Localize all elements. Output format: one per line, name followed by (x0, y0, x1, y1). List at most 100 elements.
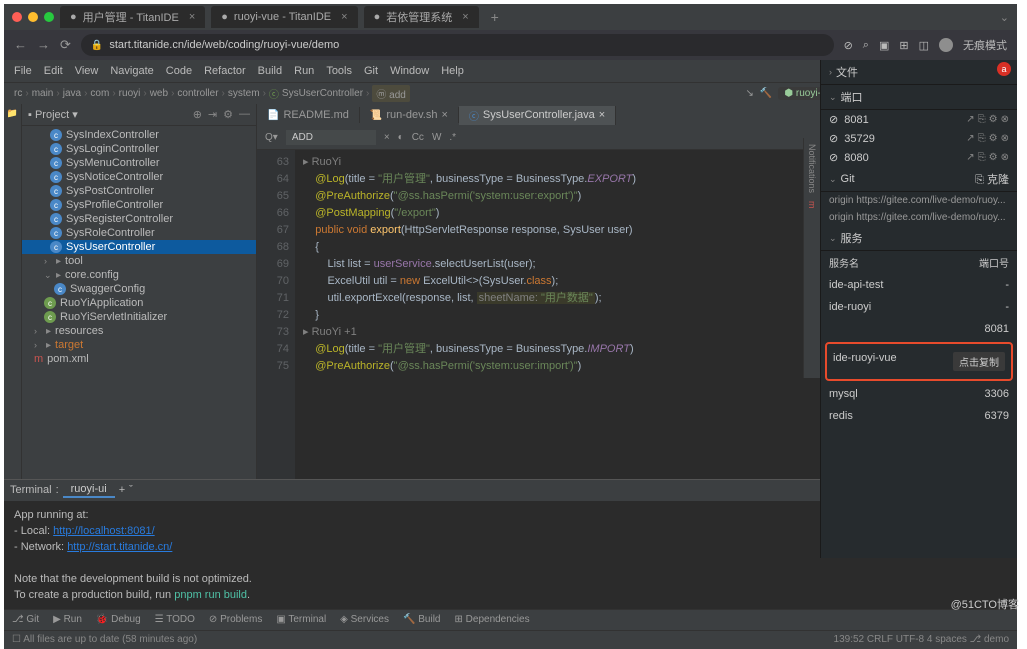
close-icon[interactable]: × (189, 11, 195, 23)
browser-tab[interactable]: ●若依管理系统× (364, 6, 479, 28)
hide-icon[interactable]: — (239, 108, 250, 121)
tree-item[interactable]: cSwaggerConfig (22, 282, 256, 296)
tree-item[interactable]: cSysRegisterController (22, 212, 256, 226)
tree-item[interactable]: ›▸resources (22, 324, 256, 338)
menu-item[interactable]: Help (441, 65, 464, 77)
service-row[interactable]: ide-api-test- (821, 274, 1017, 296)
editor-tab[interactable]: 📄README.md (257, 107, 360, 123)
tree-item[interactable]: ›▸tool (22, 254, 256, 268)
find-input[interactable] (286, 130, 376, 145)
tool-tab[interactable]: ▣ Terminal (276, 614, 326, 625)
menu-item[interactable]: Refactor (204, 65, 246, 77)
avatar[interactable] (939, 38, 953, 52)
browser-tab[interactable]: ●ruoyi-vue - TitanIDE× (211, 6, 357, 28)
tree-item[interactable]: cRuoYiServletInitializer (22, 310, 256, 324)
tree-item[interactable]: mpom.xml (22, 352, 256, 366)
menu-item[interactable]: Tools (326, 65, 352, 77)
browser-titlebar: ●用户管理 - TitanIDE× ●ruoyi-vue - TitanIDE×… (4, 4, 1017, 30)
service-row[interactable]: 8081 (821, 318, 1017, 340)
port-row[interactable]: ⊘35729↗⎘⚙⊗ (821, 129, 1017, 148)
forward-button[interactable]: → (37, 37, 50, 53)
puzzle-icon[interactable]: ◫ (919, 39, 929, 52)
menu-item[interactable]: Run (294, 65, 314, 77)
ports-section[interactable]: ⌄端口 (821, 85, 1017, 110)
copy-icon: ⎘ (978, 114, 986, 125)
right-tool-strip: Notifications m (803, 138, 820, 378)
project-pane: ▪ Project ▾ ⊕ ⇥ ⚙ — cSysIndexControllerc… (22, 104, 257, 479)
copy-button[interactable]: 点击复制 (953, 352, 1005, 371)
tree-item[interactable]: cRuoYiApplication (22, 296, 256, 310)
collapse-icon[interactable]: ⇥ (208, 108, 217, 121)
git-section[interactable]: ⌄Git⎘ 克隆 (821, 167, 1017, 192)
terminal-tab[interactable]: ruoyi-ui (63, 482, 115, 498)
service-row[interactable]: ide-ruoyi- (821, 296, 1017, 318)
tool-tab[interactable]: ▶ Run (53, 614, 82, 625)
menu-item[interactable]: Window (390, 65, 429, 77)
project-tree[interactable]: cSysIndexControllercSysLoginControllercS… (22, 126, 256, 479)
hammer-icon[interactable]: 🔨 (760, 88, 772, 99)
cast-icon[interactable]: ▣ (879, 39, 889, 52)
editor-tab[interactable]: 📜run-dev.sh× (360, 107, 459, 123)
tree-item[interactable]: cSysNoticeController (22, 170, 256, 184)
tool-tab[interactable]: ☰ TODO (155, 614, 195, 625)
git-remote: origin https://gitee.com/live-demo/ruoy.… (821, 209, 1017, 226)
new-tab-button[interactable]: + (485, 9, 505, 25)
tool-tab[interactable]: ⊘ Problems (209, 614, 262, 625)
tree-item[interactable]: cSysIndexController (22, 128, 256, 142)
project-dropdown[interactable]: ▪ Project ▾ (28, 108, 78, 121)
tool-tab[interactable]: ⎇ Git (12, 614, 39, 625)
back-button[interactable]: ← (14, 37, 27, 53)
service-row[interactable]: ide-ruoyi-vue点击复制 (825, 342, 1013, 381)
bottom-tool-bar: ⎇ Git ▶ Run 🐞 Debug ☰ TODO ⊘ Problems ▣ … (4, 609, 1017, 630)
new-terminal-icon[interactable]: + (119, 484, 125, 496)
tool-tab[interactable]: 🐞 Debug (96, 614, 141, 625)
menu-item[interactable]: Build (258, 65, 282, 77)
traffic-lights[interactable] (12, 12, 54, 22)
menu-item[interactable]: Navigate (110, 65, 153, 77)
watermark: @51CTO博客 (951, 596, 1019, 612)
tree-item[interactable]: ›▸target (22, 338, 256, 352)
service-row[interactable]: redis6379 (821, 405, 1017, 427)
key-icon[interactable]: ⌕ (863, 39, 869, 52)
tool-tab[interactable]: ◈ Services (340, 614, 389, 625)
menu-item[interactable]: Git (364, 65, 378, 77)
close-icon[interactable]: × (462, 11, 468, 23)
tree-item[interactable]: cSysProfileController (22, 198, 256, 212)
maven-icon[interactable]: m (807, 201, 817, 209)
git-remote: origin https://gitee.com/live-demo/ruoy.… (821, 192, 1017, 209)
select-file-icon[interactable]: ⊕ (193, 108, 202, 121)
tool-tab[interactable]: ⊞ Dependencies (454, 614, 529, 625)
browser-tab[interactable]: ●用户管理 - TitanIDE× (60, 6, 205, 28)
extensions-icon[interactable]: ⊞ (899, 39, 908, 52)
tool-tab[interactable]: 🔨 Build (403, 614, 440, 625)
notifications-icon[interactable]: Notifications (807, 144, 817, 193)
tree-item[interactable]: cSysLoginController (22, 142, 256, 156)
notification-badge[interactable]: a (997, 62, 1011, 76)
menu-item[interactable]: View (75, 65, 99, 77)
tree-item[interactable]: cSysPostController (22, 184, 256, 198)
menu-item[interactable]: Code (166, 65, 192, 77)
add-config-icon[interactable]: ↘ (746, 88, 754, 99)
files-section[interactable]: ›文件 (821, 60, 1017, 85)
tree-item[interactable]: cSysUserController (22, 240, 256, 254)
port-row[interactable]: ⊘8080↗⎘⚙⊗ (821, 148, 1017, 167)
close-icon[interactable]: × (341, 11, 347, 23)
gear-icon[interactable]: ⚙ (223, 108, 233, 121)
menu-item[interactable]: Edit (44, 65, 63, 77)
chevron-down-icon[interactable]: ⌄ (1000, 11, 1009, 24)
url-field[interactable]: 🔒 start.titanide.cn/ide/web/coding/ruoyi… (81, 34, 834, 56)
tree-item[interactable]: cSysRoleController (22, 226, 256, 240)
lock-icon: 🔒 (91, 40, 103, 51)
close-icon[interactable]: × (384, 132, 390, 143)
tree-item[interactable]: ⌄▸core.config (22, 268, 256, 282)
services-section[interactable]: ⌄服务 (821, 226, 1017, 251)
menu-item[interactable]: File (14, 65, 32, 77)
editor-tab[interactable]: ⓒSysUserController.java× (459, 106, 616, 125)
project-tool-icon[interactable]: 📁 (7, 108, 18, 119)
port-row[interactable]: ⊘8081↗⎘⚙⊗ (821, 110, 1017, 129)
search-icon[interactable]: Q▾ (265, 132, 278, 143)
tree-item[interactable]: cSysMenuController (22, 156, 256, 170)
reload-button[interactable]: ⟳ (60, 37, 71, 53)
service-row[interactable]: mysql3306 (821, 383, 1017, 405)
key-icon[interactable]: ⊘ (844, 39, 853, 52)
